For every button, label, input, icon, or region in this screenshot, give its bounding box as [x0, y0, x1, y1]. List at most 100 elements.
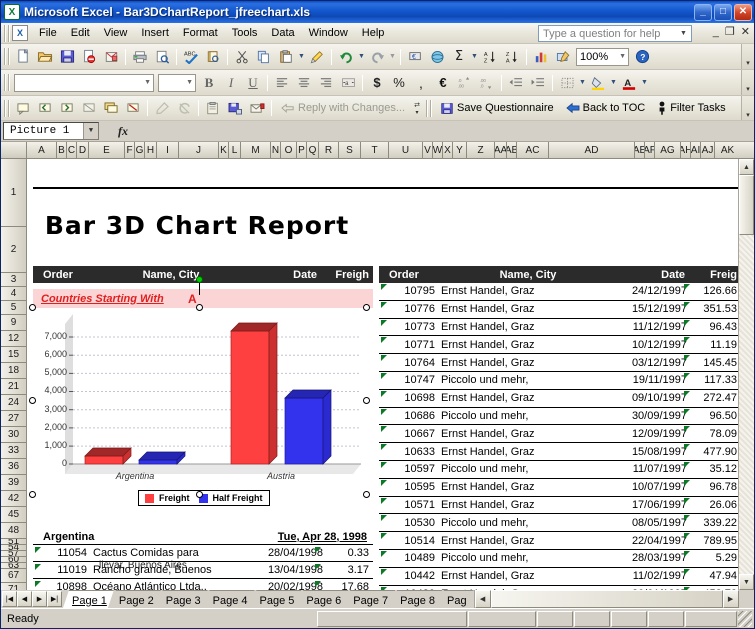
email-icon[interactable]: [100, 46, 122, 68]
save-icon[interactable]: [56, 46, 78, 68]
column-header-l[interactable]: L: [229, 142, 241, 159]
table-row[interactable]: 10595 Ernst Handel, Graz 10/07/1997 96.78: [379, 479, 738, 497]
help-icon[interactable]: ?: [631, 46, 653, 68]
resize-grip-icon[interactable]: [738, 610, 752, 627]
row-header-1[interactable]: 1: [1, 159, 26, 227]
font-size-combo[interactable]: ▼: [158, 73, 196, 92]
reviewing-toolbar-grip[interactable]: [3, 99, 10, 117]
table-row[interactable]: 10571 Ernst Handel, Graz 17/06/1997 26.06: [379, 497, 738, 515]
percent-style-icon[interactable]: %: [388, 72, 410, 94]
column-header-m[interactable]: M: [241, 142, 271, 159]
table-row[interactable]: 10686 Piccolo und mehr, 30/09/1997 96.50: [379, 408, 738, 426]
sheet-tab-page-2[interactable]: Page 2: [110, 590, 161, 608]
column-header-i[interactable]: I: [157, 142, 179, 159]
underline-icon[interactable]: U: [242, 72, 264, 94]
resize-handle-bottom-center[interactable]: [196, 491, 203, 498]
menu-file[interactable]: File: [32, 24, 64, 42]
name-box[interactable]: Picture 1 ▼: [3, 122, 99, 140]
custom-toolbar-options-button[interactable]: ▾: [741, 96, 754, 120]
mail-recipient-icon[interactable]: [246, 97, 268, 119]
table-row[interactable]: 10898 Océano Atlántico Ltda., 20/02/1998…: [33, 579, 373, 590]
column-header-t[interactable]: T: [361, 142, 389, 159]
row-header-30[interactable]: 30: [1, 427, 26, 443]
select-all-corner[interactable]: [1, 142, 27, 159]
row-header-42[interactable]: 42: [1, 491, 26, 507]
column-header-ak[interactable]: AK: [715, 142, 740, 159]
insert-function-button[interactable]: fx: [99, 121, 147, 141]
fill-color-icon[interactable]: [587, 72, 609, 94]
horizontal-scroll-thumb[interactable]: [490, 590, 723, 608]
chart-picture-object[interactable]: Countries Starting With A 7,000 6,000 5,…: [29, 276, 373, 514]
sum-symbol-icon[interactable]: Σ: [448, 46, 470, 68]
task-pane-icon[interactable]: [202, 97, 224, 119]
cut-icon[interactable]: [231, 46, 253, 68]
show-hide-comment-icon[interactable]: [78, 97, 100, 119]
undo-dropdown-icon[interactable]: ▼: [357, 46, 366, 68]
end-review-icon[interactable]: [173, 97, 195, 119]
sheet-tab-page-3[interactable]: Page 3: [157, 590, 208, 608]
workbook-icon[interactable]: X: [12, 25, 28, 41]
row-header-3[interactable]: 3: [1, 273, 26, 287]
menu-insert[interactable]: Insert: [134, 24, 176, 42]
formatting-toolbar-grip[interactable]: [3, 74, 10, 91]
column-header-g[interactable]: G: [135, 142, 145, 159]
menu-format[interactable]: Format: [176, 24, 225, 42]
row-header-45[interactable]: 45: [1, 507, 26, 523]
column-header-aa[interactable]: AA: [495, 142, 507, 159]
minimize-button[interactable]: _: [694, 3, 712, 21]
euro-style-icon[interactable]: €: [432, 72, 454, 94]
row-header-21[interactable]: 21: [1, 379, 26, 395]
column-header-p[interactable]: P: [297, 142, 307, 159]
formatting-toolbar-options-button[interactable]: ▾: [741, 70, 754, 95]
bar-3d-chart[interactable]: 7,000 6,000 5,000 4,000 3,000 2,000 1,00…: [33, 308, 373, 514]
sheet-tab-page-1[interactable]: Page 1: [63, 590, 114, 608]
column-header-k[interactable]: K: [219, 142, 229, 159]
sheet-tab-page-6[interactable]: Page 6: [297, 590, 348, 608]
italic-icon[interactable]: I: [220, 72, 242, 94]
table-row[interactable]: 10747 Piccolo und mehr, 19/11/1997 117.33: [379, 372, 738, 390]
chevron-down-icon[interactable]: ▼: [186, 79, 193, 86]
reply-with-changes-button[interactable]: Reply with Changes...: [275, 100, 411, 116]
print-preview-icon[interactable]: [151, 46, 173, 68]
column-header-u[interactable]: U: [389, 142, 423, 159]
print-icon[interactable]: [129, 46, 151, 68]
sheet-tab-pag[interactable]: Pag: [438, 590, 474, 608]
table-row[interactable]: 10795 Ernst Handel, Graz 24/12/1997 126.66: [379, 283, 738, 301]
vertical-scrollbar[interactable]: ▲ ▼: [738, 159, 754, 590]
copy-icon[interactable]: [253, 46, 275, 68]
column-header-q[interactable]: Q: [307, 142, 319, 159]
sum-dropdown-icon[interactable]: ▼: [470, 46, 479, 68]
scroll-right-button[interactable]: ▶: [722, 590, 739, 608]
align-left-icon[interactable]: [271, 72, 293, 94]
chevron-down-icon[interactable]: ▼: [83, 123, 98, 139]
drawing-icon[interactable]: [552, 46, 574, 68]
sheet-tab-page-5[interactable]: Page 5: [251, 590, 302, 608]
save-questionnaire-button[interactable]: Save Questionnaire: [434, 100, 560, 117]
table-row[interactable]: 10776 Ernst Handel, Graz 15/12/1997 351.53: [379, 301, 738, 319]
update-file-icon[interactable]: [224, 97, 246, 119]
comma-style-icon[interactable]: ,: [410, 72, 432, 94]
row-header-4[interactable]: 4: [1, 287, 26, 301]
column-header-ae[interactable]: AE: [635, 142, 645, 159]
row-header-2[interactable]: 2: [1, 227, 26, 273]
resize-handle-bottom-right[interactable]: [363, 491, 370, 498]
table-row[interactable]: 10633 Ernst Handel, Graz 15/08/1997 477.90: [379, 443, 738, 461]
chevron-down-icon[interactable]: ▼: [678, 30, 689, 37]
table-row[interactable]: 11054 Cactus Comidas para 28/04/1998 0.3…: [33, 545, 373, 571]
delete-comment-icon[interactable]: [122, 97, 144, 119]
column-header-n[interactable]: N: [271, 142, 281, 159]
redo-icon[interactable]: [366, 46, 388, 68]
column-header-z[interactable]: Z: [467, 142, 495, 159]
table-row[interactable]: 11019 Rancho grande, Buenos 13/04/1998 3…: [33, 562, 373, 579]
table-row[interactable]: 10773 Ernst Handel, Graz 11/12/1997 96.43: [379, 319, 738, 337]
row-header-27[interactable]: 27: [1, 411, 26, 427]
sheet-tab-page-4[interactable]: Page 4: [204, 590, 255, 608]
scroll-down-button[interactable]: ▼: [739, 574, 754, 590]
column-header-af[interactable]: AF: [645, 142, 655, 159]
sheet-tab-page-8[interactable]: Page 8: [391, 590, 442, 608]
borders-icon[interactable]: [556, 72, 578, 94]
sort-descending-icon[interactable]: ZA: [501, 46, 523, 68]
previous-sheet-button[interactable]: ◀: [17, 591, 32, 607]
column-header-h[interactable]: H: [145, 142, 157, 159]
standard-toolbar-grip[interactable]: [3, 48, 10, 65]
